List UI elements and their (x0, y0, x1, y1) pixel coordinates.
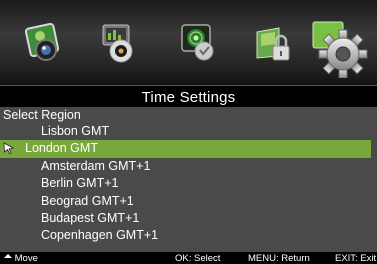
pointer-icon (3, 142, 15, 155)
list-item-amsterdam[interactable]: Amsterdam GMT+1 (0, 158, 377, 175)
move-hint: Move (4, 253, 38, 264)
list-item-london[interactable]: London GMT (0, 140, 371, 158)
hint-bar: Move OK: Select MENU: Return EXIT: Exit (0, 252, 377, 264)
gear-icon[interactable] (304, 14, 374, 80)
arrow-up-icon (4, 254, 12, 258)
move-hint-label: Move (14, 253, 38, 264)
region-list: Lisbon GMT London GMT Amsterdam GMT+1 Be… (0, 123, 377, 245)
media-icon[interactable] (95, 20, 139, 66)
lock-icon[interactable] (251, 20, 295, 66)
photo-icon[interactable] (22, 20, 66, 66)
settings-panel: Select Region Lisbon GMT London GMT Amst… (0, 107, 377, 252)
list-item-copenhagen[interactable]: Copenhagen GMT+1 (0, 227, 377, 244)
channel-icon[interactable] (175, 20, 219, 66)
list-item-label: London GMT (25, 141, 98, 156)
exit-hint: EXIT: Exit (335, 253, 377, 264)
ok-hint: OK: Select (175, 253, 221, 264)
menu-hint: MENU: Return (248, 253, 310, 264)
page-title: Time Settings (0, 87, 377, 107)
list-item-berlin[interactable]: Berlin GMT+1 (0, 175, 377, 192)
section-heading: Select Region (3, 108, 81, 122)
list-item-budapest[interactable]: Budapest GMT+1 (0, 210, 377, 227)
main-menu-bar (0, 0, 377, 86)
list-item-beograd[interactable]: Beograd GMT+1 (0, 193, 377, 210)
list-item-lisbon[interactable]: Lisbon GMT (0, 123, 377, 140)
